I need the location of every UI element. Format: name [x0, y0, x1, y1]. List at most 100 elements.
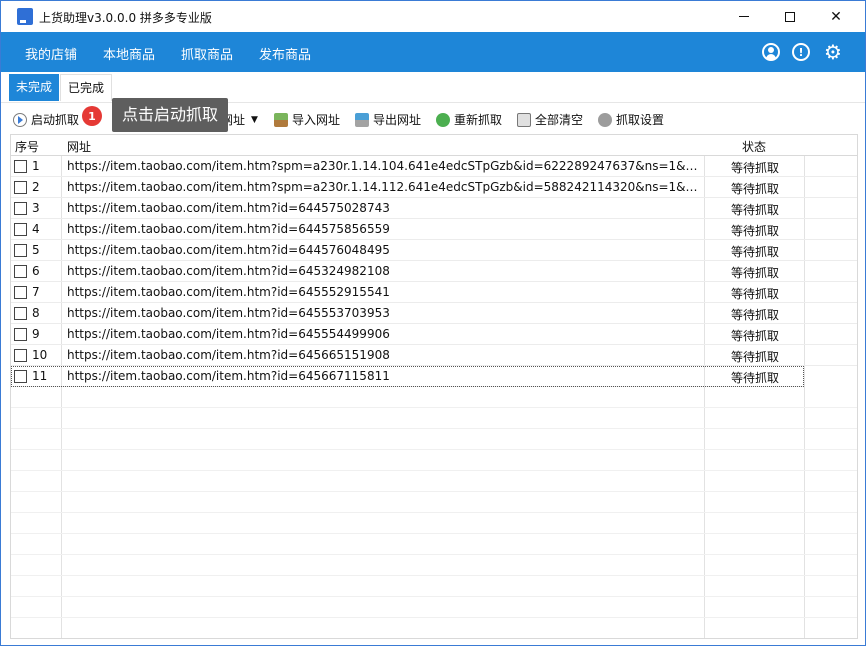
row-url: https://item.taobao.com/item.htm?spm=a23…	[67, 180, 699, 194]
row-index: 11	[32, 369, 48, 383]
row-status: 等待抓取	[730, 224, 779, 238]
row-status: 等待抓取	[730, 371, 779, 385]
minimize-icon	[739, 16, 749, 17]
play-icon	[13, 112, 27, 127]
row-url: https://item.taobao.com/item.htm?id=6456…	[67, 348, 390, 362]
row-checkbox[interactable]	[14, 202, 27, 215]
header-index[interactable]: 序号	[15, 138, 39, 155]
table-header: 序号 网址 状态	[11, 135, 857, 156]
empty-row	[11, 429, 857, 450]
empty-row	[11, 492, 857, 513]
row-index: 4	[32, 222, 40, 236]
export-url-button[interactable]: 导出网址	[355, 111, 421, 128]
row-status: 等待抓取	[730, 308, 779, 322]
url-table: 序号 网址 状态 1 https://item.taobao.com/item.…	[10, 134, 858, 639]
main-nav: 我的店铺 本地商品 抓取商品 发布商品 ! ⚙	[1, 32, 865, 72]
row-status: 等待抓取	[730, 329, 779, 343]
empty-row	[11, 555, 857, 576]
tab-finished[interactable]: 已完成	[60, 74, 113, 101]
row-status: 等待抓取	[730, 245, 779, 259]
row-checkbox[interactable]	[14, 286, 27, 299]
row-checkbox[interactable]	[14, 370, 27, 383]
row-checkbox[interactable]	[14, 265, 27, 278]
clear-all-button[interactable]: 全部清空	[517, 111, 583, 128]
title-bar: 上货助理v3.0.0.0 拼多多专业版 ✕	[1, 1, 865, 32]
row-status: 等待抓取	[730, 350, 779, 364]
table-row[interactable]: 2 https://item.taobao.com/item.htm?spm=a…	[11, 177, 857, 198]
export-icon	[355, 112, 369, 127]
chevron-down-icon: ▼	[251, 114, 258, 125]
nav-grab-products[interactable]: 抓取商品	[181, 44, 233, 63]
empty-row	[11, 597, 857, 618]
table-row[interactable]: 7 https://item.taobao.com/item.htm?id=64…	[11, 282, 857, 303]
settings-icon	[598, 112, 612, 127]
row-url: https://item.taobao.com/item.htm?id=6445…	[67, 243, 390, 257]
row-checkbox[interactable]	[14, 307, 27, 320]
row-checkbox[interactable]	[14, 244, 27, 257]
header-status[interactable]: 状态	[742, 138, 766, 155]
row-index: 6	[32, 264, 40, 278]
clear-all-label: 全部清空	[535, 113, 584, 127]
tab-unfinished[interactable]: 未完成	[9, 74, 60, 101]
table-row[interactable]: 5 https://item.taobao.com/item.htm?id=64…	[11, 240, 857, 261]
row-url: https://item.taobao.com/item.htm?id=6445…	[67, 222, 390, 236]
row-index: 8	[32, 306, 40, 320]
user-icon[interactable]	[762, 43, 780, 61]
start-grab-label: 启动抓取	[31, 113, 80, 127]
nav-my-shop[interactable]: 我的店铺	[25, 44, 77, 63]
import-icon	[274, 112, 288, 127]
import-url-button[interactable]: 导入网址	[274, 111, 340, 128]
row-status: 等待抓取	[730, 287, 779, 301]
table-row[interactable]: 6 https://item.taobao.com/item.htm?id=64…	[11, 261, 857, 282]
row-checkbox[interactable]	[14, 160, 27, 173]
maximize-icon	[785, 11, 795, 22]
nav-local-products[interactable]: 本地商品	[103, 44, 155, 63]
empty-row	[11, 534, 857, 555]
table-row[interactable]: 1 https://item.taobao.com/item.htm?spm=a…	[11, 156, 857, 177]
row-index: 10	[32, 348, 48, 362]
info-icon[interactable]: !	[792, 43, 810, 61]
empty-row	[11, 408, 857, 429]
minimize-button[interactable]	[721, 1, 767, 32]
row-url: https://item.taobao.com/item.htm?id=6455…	[67, 285, 390, 299]
row-status: 等待抓取	[730, 266, 779, 280]
row-index: 3	[32, 201, 40, 215]
close-button[interactable]: ✕	[813, 1, 859, 32]
row-status: 等待抓取	[730, 203, 779, 217]
import-url-label: 导入网址	[292, 113, 341, 127]
empty-row	[11, 387, 857, 408]
table-row[interactable]: 10 https://item.taobao.com/item.htm?id=6…	[11, 345, 857, 366]
table-row[interactable]: 4 https://item.taobao.com/item.htm?id=64…	[11, 219, 857, 240]
row-index: 9	[32, 327, 40, 341]
retry-grab-button[interactable]: 重新抓取	[436, 111, 502, 128]
nav-publish-products[interactable]: 发布商品	[259, 44, 311, 63]
grab-settings-label: 抓取设置	[616, 113, 665, 127]
row-index: 2	[32, 180, 40, 194]
empty-row	[11, 618, 857, 638]
row-status: 等待抓取	[730, 182, 779, 196]
row-checkbox[interactable]	[14, 349, 27, 362]
row-url: https://item.taobao.com/item.htm?id=6455…	[67, 327, 390, 341]
guide-tooltip: 点击启动抓取	[112, 98, 229, 132]
empty-row	[11, 450, 857, 471]
row-url: https://item.taobao.com/item.htm?id=6456…	[67, 369, 390, 383]
start-grab-button[interactable]: 启动抓取	[13, 111, 79, 128]
table-row[interactable]: 3 https://item.taobao.com/item.htm?id=64…	[11, 198, 857, 219]
table-row[interactable]: 8 https://item.taobao.com/item.htm?id=64…	[11, 303, 857, 324]
close-icon: ✕	[830, 8, 842, 25]
row-checkbox[interactable]	[14, 181, 27, 194]
grab-settings-button[interactable]: 抓取设置	[598, 111, 664, 128]
table-row[interactable]: 9 https://item.taobao.com/item.htm?id=64…	[11, 324, 857, 345]
row-index: 5	[32, 243, 40, 257]
step-badge: 1	[82, 106, 102, 126]
gear-icon[interactable]: ⚙	[823, 42, 843, 62]
empty-row	[11, 471, 857, 492]
row-url: https://item.taobao.com/item.htm?id=6453…	[67, 264, 390, 278]
row-url: https://item.taobao.com/item.htm?id=6445…	[67, 201, 390, 215]
header-url[interactable]: 网址	[67, 138, 91, 155]
row-checkbox[interactable]	[14, 223, 27, 236]
empty-row	[11, 513, 857, 534]
maximize-button[interactable]	[767, 1, 813, 32]
row-checkbox[interactable]	[14, 328, 27, 341]
table-row[interactable]: 11 https://item.taobao.com/item.htm?id=6…	[11, 366, 804, 387]
